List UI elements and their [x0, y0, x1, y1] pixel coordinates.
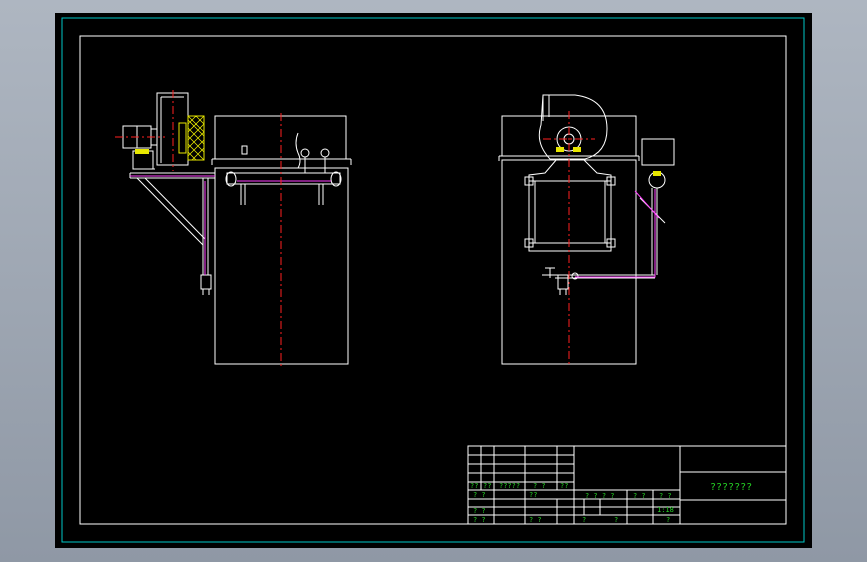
- tb-r2-c4: ? ? ? ?: [585, 492, 615, 500]
- tb-r2-c6: ? ?: [659, 492, 672, 500]
- tb-r4-c5: ?: [666, 516, 670, 524]
- tb-r1-c4: ? ?: [533, 482, 546, 490]
- cad-drawing: ?? ?? ????? ? ? ?? ? ? ?? ? ? ? ? ? ? ? …: [61, 17, 805, 543]
- front-pipe-highlights: [575, 189, 660, 278]
- tb-r2-c3: ??: [529, 491, 537, 499]
- tb-r4-c1: ? ?: [473, 516, 486, 524]
- tb-r4-c4: ?: [614, 516, 618, 524]
- tb-r2-c5: ? ?: [633, 492, 646, 500]
- side-elevation-view: [122, 92, 352, 365]
- tb-r1-c5: ??: [560, 482, 568, 490]
- hatched-filter-element: [178, 115, 205, 161]
- tb-r1-c3: ?????: [499, 482, 520, 490]
- front-elevation-view: [498, 94, 675, 365]
- tb-r3-c1: ? ?: [473, 507, 486, 515]
- drawing-title: ???????: [710, 482, 752, 493]
- side-pipe-highlights: [130, 175, 331, 275]
- support-brace: [136, 177, 204, 246]
- tb-r1-c2: ??: [483, 482, 491, 490]
- tb-r2-c1: ? ?: [473, 491, 486, 499]
- compressed-air-header: [226, 172, 341, 185]
- drawing-sheet: ?? ?? ????? ? ? ?? ? ? ?? ? ? ? ? ? ? ? …: [55, 13, 812, 548]
- tb-r4-c3: ?: [582, 516, 586, 524]
- tb-scale: 1:18: [657, 506, 674, 514]
- front-drain-valve: [557, 274, 569, 290]
- tb-r1-c1: ??: [470, 482, 478, 490]
- tb-r4-c2: ? ?: [529, 516, 542, 524]
- title-block-text: ?? ?? ????? ? ? ?? ? ? ?? ? ? ? ? ? ? ? …: [470, 482, 752, 524]
- drain-valve: [200, 274, 212, 290]
